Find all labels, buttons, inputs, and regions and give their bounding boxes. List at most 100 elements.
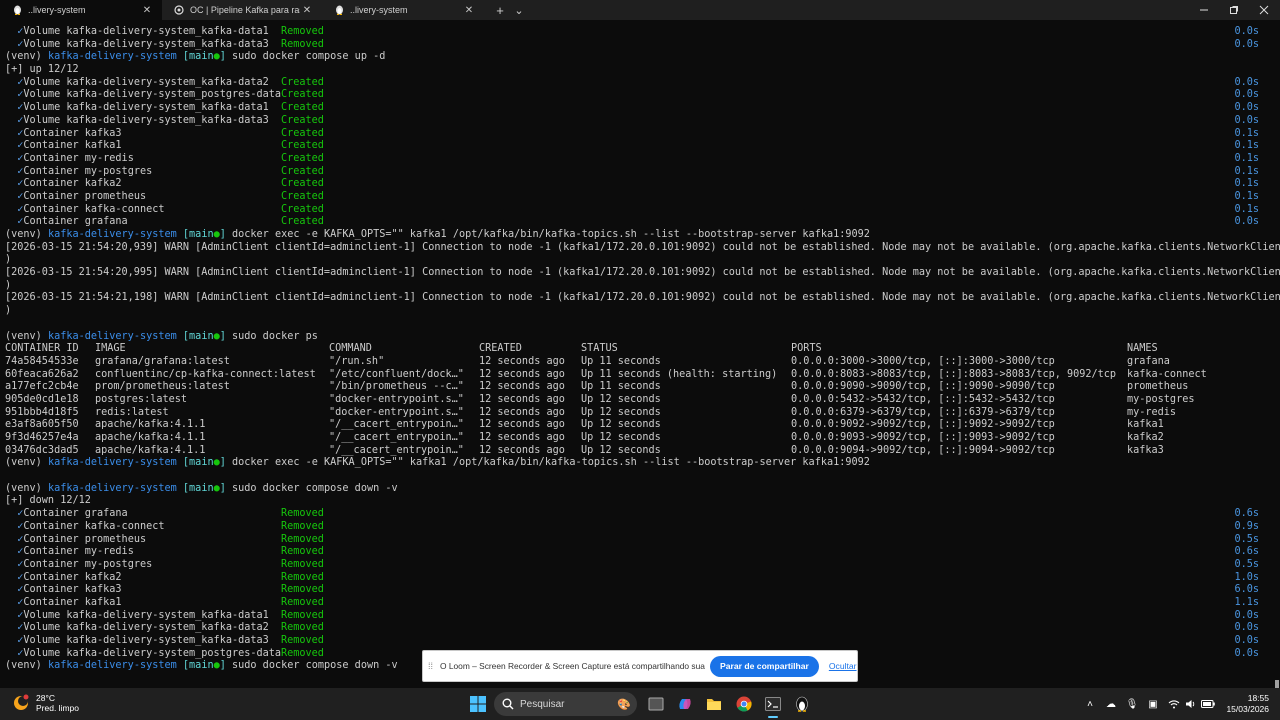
- minimize-icon: [1200, 9, 1208, 11]
- close-icon[interactable]: ✕: [140, 5, 154, 16]
- table-cell: Up 12 seconds: [581, 419, 661, 431]
- wifi-icon[interactable]: [1167, 697, 1181, 711]
- close-window-button[interactable]: [1254, 0, 1274, 20]
- search-highlight-icon: 🎨: [617, 698, 631, 711]
- status-line: ✓Volume kafka-delivery-system_kafka-data…: [0, 39, 1280, 52]
- scrollbar-thumb[interactable]: [1275, 680, 1279, 688]
- table-cell: "docker-entrypoint.s…": [329, 393, 464, 405]
- table-cell: 12 seconds ago: [479, 432, 565, 443]
- resource-status: Removed: [281, 571, 324, 583]
- status-line: ✓Container kafka2 Removed 1.0s: [0, 572, 1280, 585]
- battery-icon[interactable]: [1201, 697, 1215, 711]
- table-cell: 905de0cd1e18: [5, 393, 79, 405]
- windows-logo-icon: [470, 696, 486, 712]
- table-cell: grafana: [1127, 355, 1170, 367]
- tab-dropdown-button[interactable]: ⌄: [512, 0, 526, 20]
- resource-status: Removed: [281, 622, 324, 634]
- table-cell: Up 12 seconds: [581, 444, 661, 456]
- start-button[interactable]: [468, 694, 488, 714]
- loom-sharing-banner: ⁞⁞ O Loom – Screen Recorder & Screen Cap…: [422, 650, 858, 682]
- chrome-button[interactable]: [734, 694, 754, 714]
- resource-name: Container kafka-connect: [23, 520, 165, 532]
- resource-status: Created: [281, 190, 324, 202]
- status-line: ✓Volume kafka-delivery-system_kafka-data…: [0, 635, 1280, 648]
- terminal-output[interactable]: ✓Volume kafka-delivery-system_kafka-data…: [0, 20, 1280, 688]
- copilot-button[interactable]: [675, 694, 695, 714]
- duration: 0.0s: [1234, 114, 1259, 126]
- status-line: ✓Container my-redis Removed 0.6s: [0, 546, 1280, 559]
- resource-name: Container my-redis: [23, 152, 134, 164]
- minimize-button[interactable]: [1194, 0, 1214, 20]
- tux-app-button[interactable]: [792, 694, 812, 714]
- table-cell: 0.0.0.0:9090->9090/tcp, [::]:9090->9090/…: [791, 381, 1055, 393]
- resource-status: Created: [281, 89, 324, 101]
- resource-name: Container grafana: [23, 508, 128, 520]
- tab-livery-system-2[interactable]: ..livery-system ✕: [322, 0, 484, 20]
- status-header: [+] down 12/12: [5, 495, 91, 507]
- status-line: ✓Container kafka2 Created 0.1s: [0, 178, 1280, 191]
- tab-label: ..livery-system: [350, 5, 408, 15]
- status-line: ✓Container kafka3 Removed 6.0s: [0, 584, 1280, 597]
- duration: 0.1s: [1234, 190, 1259, 202]
- command-text: sudo docker compose up -d: [232, 51, 386, 63]
- restore-button[interactable]: [1224, 0, 1244, 20]
- terminal-button[interactable]: [763, 694, 783, 714]
- hide-link[interactable]: Ocultar: [829, 661, 857, 671]
- close-icon[interactable]: ✕: [300, 5, 314, 16]
- table-cell: Up 12 seconds: [581, 393, 661, 405]
- system-clock[interactable]: 18:55 15/03/2026: [1226, 693, 1269, 715]
- tux-icon: [334, 5, 344, 15]
- resource-status: Removed: [281, 520, 324, 532]
- volume-icon[interactable]: [1184, 697, 1198, 711]
- drag-handle-icon[interactable]: ⁞⁞: [428, 661, 440, 671]
- resource-status: Created: [281, 127, 324, 139]
- table-cell: 0.0.0.0:9092->9092/tcp, [::]:9092->9092/…: [791, 419, 1055, 431]
- tab-livery-system-1[interactable]: ..livery-system ✕: [0, 0, 162, 20]
- table-cell: 951bbb4d18f5: [5, 406, 79, 418]
- duration: 0.9s: [1234, 520, 1259, 532]
- table-cell: Up 11 seconds: [581, 381, 661, 393]
- table-cell: my-postgres: [1127, 393, 1195, 405]
- tab-pipeline-kafka[interactable]: OC | Pipeline Kafka para rastre ✕: [162, 0, 322, 20]
- resource-name: Volume kafka-delivery-system_postgres-da…: [23, 647, 282, 659]
- duration: 0.0s: [1234, 38, 1259, 50]
- close-icon[interactable]: ✕: [462, 5, 476, 16]
- duration: 0.1s: [1234, 165, 1259, 177]
- warn-line: [2026-03-15 21:54:20,939] WARN [AdminCli…: [5, 241, 1280, 253]
- onedrive-icon[interactable]: ☁: [1104, 697, 1118, 711]
- command-text: sudo docker compose down -v: [232, 660, 398, 672]
- display-icon[interactable]: ▣: [1146, 697, 1160, 711]
- resource-name: Container kafka3: [23, 127, 122, 139]
- stop-sharing-button[interactable]: Parar de compartilhar: [710, 655, 819, 677]
- warn-line: ): [5, 254, 12, 266]
- status-line: ✓Volume kafka-delivery-system_postgres-d…: [0, 89, 1280, 102]
- status-line: ✓Container prometheus Created 0.1s: [0, 191, 1280, 204]
- resource-name: Container my-redis: [23, 546, 134, 558]
- file-explorer-button[interactable]: [704, 694, 724, 714]
- status-line: ✓Container kafka-connect Removed 0.9s: [0, 521, 1280, 534]
- table-row: 74a58454533e grafana/grafana:latest "/run.…: [0, 356, 1280, 369]
- resource-name: Volume kafka-delivery-system_postgres-da…: [23, 89, 282, 101]
- table-cell: apache/kafka:4.1.1: [95, 444, 206, 456]
- resource-name: Container kafka-connect: [23, 203, 165, 215]
- new-tab-button[interactable]: +: [492, 0, 508, 20]
- resource-status: Removed: [281, 558, 324, 570]
- tab-label: OC | Pipeline Kafka para rastre: [190, 5, 300, 15]
- column-header: STATUS: [581, 343, 618, 355]
- duration: 0.1s: [1234, 152, 1259, 164]
- weather-widget[interactable]: 28°C Pred. limpo: [12, 693, 79, 713]
- task-view-button[interactable]: [646, 694, 666, 714]
- taskbar-search[interactable]: Pesquisar 🎨: [494, 692, 637, 716]
- table-cell: 12 seconds ago: [479, 355, 565, 367]
- duration: 0.0s: [1234, 26, 1259, 37]
- temperature: 28°C: [36, 693, 55, 703]
- status-line: ✓Volume kafka-delivery-system_kafka-data…: [0, 26, 1280, 39]
- status-line: ✓Container my-postgres Removed 0.5s: [0, 559, 1280, 572]
- status-line: ✓Volume kafka-delivery-system_kafka-data…: [0, 610, 1280, 623]
- chevron-up-icon[interactable]: ˄: [1083, 697, 1097, 711]
- table-cell: 74a58454533e: [5, 355, 79, 367]
- microphone-icon[interactable]: 🎙: [1125, 697, 1139, 711]
- duration: 0.0s: [1234, 647, 1259, 659]
- command-text: docker exec -e KAFKA_OPTS="" kafka1 /opt…: [232, 229, 870, 240]
- table-cell: e3af8a605f50: [5, 419, 79, 431]
